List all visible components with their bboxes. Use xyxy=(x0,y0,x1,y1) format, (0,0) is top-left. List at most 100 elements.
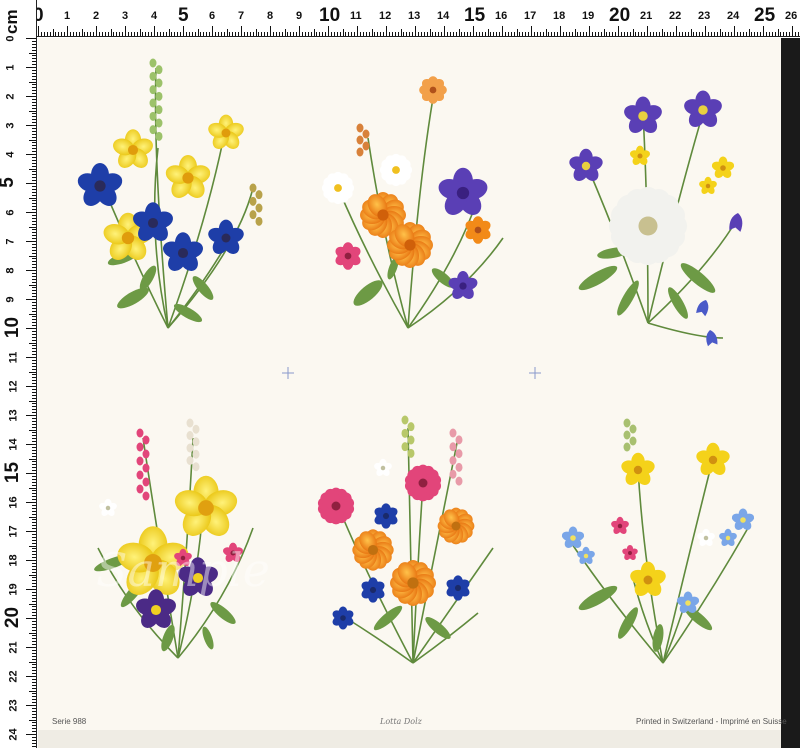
spike-bud xyxy=(249,183,257,193)
ruler-top-label: 11 xyxy=(350,10,362,22)
ruler-top-minor-tick xyxy=(470,32,472,36)
ruler-left-label: 11 xyxy=(7,351,20,364)
ruler-top-minor-tick xyxy=(406,32,408,36)
ruler-top-minor-tick xyxy=(632,29,634,36)
ruler-top-label: 23 xyxy=(698,10,711,22)
ruler-left-minor-tick xyxy=(32,600,36,602)
ruler-top-minor-tick xyxy=(226,29,228,36)
spike-bud xyxy=(623,430,631,440)
ruler-left-minor-tick xyxy=(32,359,36,361)
leaf xyxy=(425,617,451,639)
ruler-left-minor-tick xyxy=(32,542,36,544)
ruler-top-label: 14 xyxy=(437,10,450,22)
ruler-top-minor-tick xyxy=(780,32,782,36)
ruler-top-minor-tick xyxy=(441,32,443,36)
ruler-top-minor-tick xyxy=(220,32,222,36)
ruler-left-minor-tick xyxy=(32,684,36,686)
ruler-top-minor-tick xyxy=(232,32,234,36)
ruler-top-minor-tick xyxy=(49,32,51,36)
ruler-top-minor-tick xyxy=(728,32,730,36)
ruler-top-label: 9 xyxy=(296,10,303,22)
ruler-left-tick xyxy=(26,328,36,329)
ruler-top-minor-tick xyxy=(339,32,341,36)
flower-center xyxy=(407,577,419,589)
spike-bud xyxy=(401,442,409,452)
flower-center xyxy=(105,505,111,511)
foxglove-pansy-bouquet xyxy=(94,418,254,659)
ruler-top-minor-tick xyxy=(156,32,158,36)
flower-center xyxy=(182,172,194,184)
ruler-left-minor-tick xyxy=(32,319,36,321)
ruler-top-minor-tick xyxy=(458,29,460,36)
ruler-left-minor-tick xyxy=(32,252,36,254)
ruler-left-minor-tick xyxy=(32,641,36,643)
ruler-top-tick xyxy=(560,26,561,36)
spike-bud xyxy=(149,58,157,68)
ruler-top-minor-tick xyxy=(797,32,799,36)
ruler-top-minor-tick xyxy=(214,32,216,36)
ruler-left-minor-tick xyxy=(32,484,36,486)
ruler-left-minor-tick xyxy=(32,681,36,683)
ruler-left-minor-tick xyxy=(32,612,36,614)
ruler-left-minor-tick xyxy=(32,554,36,556)
ruler-top-minor-tick xyxy=(287,32,289,36)
ruler-left-minor-tick xyxy=(32,615,36,617)
ruler-top-minor-tick xyxy=(536,32,538,36)
ruler-left-minor-tick xyxy=(32,533,36,535)
ruler-top-minor-tick xyxy=(180,32,182,36)
ruler-left-minor-tick xyxy=(32,493,36,495)
ruler-top-minor-tick xyxy=(409,32,411,36)
stem xyxy=(407,427,414,664)
ruler-top-minor-tick xyxy=(136,32,138,36)
ruler-top-minor-tick xyxy=(55,32,57,36)
ruler-top-label: 20 xyxy=(609,5,631,26)
ruler-left-minor-tick xyxy=(29,110,36,112)
ruler-left-minor-tick xyxy=(32,275,36,277)
ruler-left-minor-tick xyxy=(32,525,36,527)
ruler-top-minor-tick xyxy=(423,32,425,36)
ruler-top-minor-tick xyxy=(771,32,773,36)
ruler-left-label: 23 xyxy=(7,699,20,712)
white-flower xyxy=(697,528,715,546)
ruler-top-minor-tick xyxy=(609,32,611,36)
spike-bud xyxy=(407,422,415,432)
ruler-top-minor-tick xyxy=(504,32,506,36)
ruler-top-minor-tick xyxy=(667,32,669,36)
ruler-top-minor-tick xyxy=(652,32,654,36)
ruler-top-minor-tick xyxy=(43,32,45,36)
columbine-thistle-bouquet xyxy=(569,90,743,347)
ruler-top-minor-tick xyxy=(394,32,396,36)
ruler-left-minor-tick xyxy=(32,191,36,193)
ruler-left-minor-tick xyxy=(32,333,36,335)
ruler-left-label: 18 xyxy=(7,554,20,567)
ruler-top-minor-tick xyxy=(235,32,237,36)
ruler-left-minor-tick xyxy=(32,127,36,129)
ruler-top-minor-tick xyxy=(490,32,492,36)
flower-center xyxy=(570,535,576,541)
ruler-top-minor-tick xyxy=(362,32,364,36)
ruler-top-tick xyxy=(705,26,706,36)
ruler-top-minor-tick xyxy=(777,29,779,36)
ruler-top-minor-tick xyxy=(760,32,762,36)
flower-center xyxy=(382,512,390,520)
ruler-top-minor-tick xyxy=(301,32,303,36)
ruler-left-minor-tick xyxy=(32,217,36,219)
spike-bud xyxy=(623,418,631,428)
ruler-left-minor-tick xyxy=(32,374,36,376)
ruler-left-minor-tick xyxy=(32,432,36,434)
ruler-left-label: 5 xyxy=(0,177,18,188)
ruler-top-minor-tick xyxy=(133,32,135,36)
spike-bud xyxy=(356,123,364,133)
ruler-left-minor-tick xyxy=(29,226,36,228)
ruler-top-minor-tick xyxy=(452,32,454,36)
iris-flower xyxy=(448,271,478,299)
flower-center xyxy=(418,478,428,488)
artist-signature: Lotta Dolz xyxy=(380,717,422,726)
ruler-top-minor-tick xyxy=(278,32,280,36)
spike-bud xyxy=(142,463,150,473)
spike-bud xyxy=(455,449,463,459)
ruler-left-tick xyxy=(26,531,36,532)
flower-center xyxy=(725,535,731,541)
ruler-left-minor-tick xyxy=(32,481,36,483)
ruler-top-minor-tick xyxy=(388,32,390,36)
